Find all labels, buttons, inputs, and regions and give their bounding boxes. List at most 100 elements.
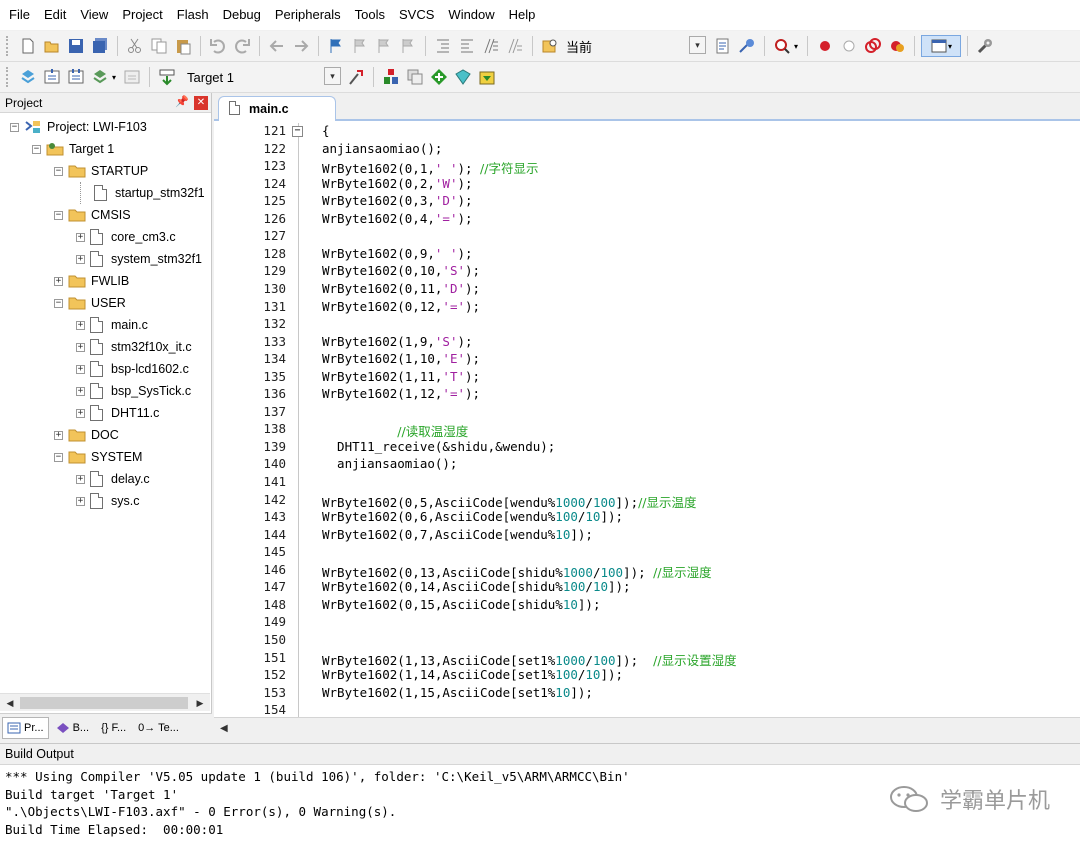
expand-icon[interactable]: + xyxy=(76,386,85,396)
target-select[interactable]: Target 1 ▾ xyxy=(183,67,342,87)
expand-icon[interactable]: + xyxy=(54,276,63,286)
window-layout-icon[interactable]: ▾ xyxy=(921,35,962,57)
scroll-left-icon[interactable]: ◀ xyxy=(2,696,18,710)
tree-item[interactable]: + FWLIB xyxy=(54,270,129,292)
target-options-icon[interactable] xyxy=(345,66,367,88)
pin-icon[interactable]: 📌 xyxy=(175,95,189,108)
comment-icon[interactable] xyxy=(480,35,502,57)
code-line[interactable]: 136 WrByte1602(1,12,'='); xyxy=(214,386,1080,404)
code-line[interactable]: 132 xyxy=(214,316,1080,334)
tree-item[interactable]: + core_cm3.c xyxy=(76,226,176,248)
download-icon[interactable] xyxy=(156,66,178,88)
bookmark-next-icon[interactable] xyxy=(373,35,395,57)
batch-build-icon[interactable] xyxy=(89,66,111,88)
collapse-icon[interactable]: − xyxy=(10,122,19,132)
scroll-thumb[interactable] xyxy=(20,697,188,709)
code-line[interactable]: 141 xyxy=(214,474,1080,492)
editor-hscrollbar[interactable]: ◀ xyxy=(214,717,1080,741)
collapse-icon[interactable]: − xyxy=(54,298,63,308)
tab-templates[interactable]: 0→ Te... xyxy=(133,717,184,739)
tab-main-c[interactable]: main.c xyxy=(218,96,336,121)
expand-icon[interactable]: + xyxy=(54,430,63,440)
expand-icon[interactable]: + xyxy=(76,408,85,418)
expand-icon[interactable]: + xyxy=(76,254,85,264)
close-icon[interactable]: ✕ xyxy=(194,96,208,110)
code-line[interactable]: 150 xyxy=(214,632,1080,650)
code-line[interactable]: 135 WrByte1602(1,11,'T'); xyxy=(214,369,1080,387)
cut-icon[interactable] xyxy=(124,35,146,57)
expand-icon[interactable]: + xyxy=(76,364,85,374)
menu-item-help[interactable]: Help xyxy=(502,0,543,30)
menu-item-peripherals[interactable]: Peripherals xyxy=(268,0,348,30)
menu-item-file[interactable]: File xyxy=(2,0,37,30)
menu-item-tools[interactable]: Tools xyxy=(348,0,392,30)
find-in-files-icon[interactable] xyxy=(539,35,561,57)
paste-icon[interactable] xyxy=(172,35,194,57)
debug-session-icon[interactable] xyxy=(736,35,758,57)
project-hscrollbar[interactable]: ◀ ▶ xyxy=(0,693,210,711)
code-line[interactable]: 127 xyxy=(214,228,1080,246)
code-line[interactable]: 123 WrByte1602(0,1,' '); //字符显示 xyxy=(214,158,1080,176)
expand-icon[interactable]: + xyxy=(76,496,85,506)
scroll-left-icon[interactable]: ◀ xyxy=(220,723,228,734)
code-line[interactable]: 122 anjiansaomiao(); xyxy=(214,141,1080,159)
code-line[interactable]: 149 xyxy=(214,614,1080,632)
tree-item[interactable]: + bsp_SysTick.c xyxy=(76,380,191,402)
code-line[interactable]: 151 WrByte1602(1,13,AsciiCode[set1%1000/1… xyxy=(214,650,1080,668)
open-file-icon[interactable] xyxy=(41,35,63,57)
save-icon[interactable] xyxy=(65,35,87,57)
code-line[interactable]: 148 WrByte1602(0,15,AsciiCode[shidu%10]); xyxy=(214,597,1080,615)
tree-item[interactable]: + delay.c xyxy=(76,468,150,490)
menu-item-flash[interactable]: Flash xyxy=(170,0,216,30)
code-line[interactable]: 126 WrByte1602(0,4,'='); xyxy=(214,211,1080,229)
uncomment-icon[interactable] xyxy=(504,35,526,57)
nav-back-icon[interactable] xyxy=(266,35,288,57)
bookmark-toggle-icon[interactable] xyxy=(325,35,347,57)
manage-rte-icon[interactable] xyxy=(428,66,450,88)
indent-icon[interactable] xyxy=(432,35,454,57)
nav-forward-icon[interactable] xyxy=(290,35,312,57)
code-line[interactable]: 153 WrByte1602(1,15,AsciiCode[set1%10]); xyxy=(214,685,1080,703)
chevron-down-icon[interactable]: ▾ xyxy=(689,36,706,54)
collapse-icon[interactable]: − xyxy=(54,210,63,220)
scroll-right-icon[interactable]: ▶ xyxy=(192,696,208,710)
code-line[interactable]: 152 WrByte1602(1,14,AsciiCode[set1%100/10… xyxy=(214,667,1080,685)
expand-icon[interactable]: + xyxy=(76,320,85,330)
bookmark-clear-icon[interactable] xyxy=(397,35,419,57)
toolbar-grip[interactable] xyxy=(6,36,10,56)
translate-icon[interactable] xyxy=(17,66,39,88)
component-icon[interactable] xyxy=(476,66,498,88)
collapse-icon[interactable]: − xyxy=(54,166,63,176)
collapse-icon[interactable]: − xyxy=(54,452,63,462)
tree-item[interactable]: − USER xyxy=(54,292,126,314)
code-line[interactable]: 137 xyxy=(214,404,1080,422)
tree-item[interactable]: − Target 1 xyxy=(32,138,114,160)
chevron-down-icon[interactable]: ▾ xyxy=(324,67,342,85)
menu-item-svcs[interactable]: SVCS xyxy=(392,0,441,30)
code-line[interactable]: 125 WrByte1602(0,3,'D'); xyxy=(214,193,1080,211)
rebuild-icon[interactable] xyxy=(65,66,87,88)
tree-item[interactable]: − STARTUP xyxy=(54,160,148,182)
code-line[interactable]: 154 xyxy=(214,702,1080,717)
code-editor[interactable]: 121 {−122 anjiansaomiao(); 123 WrByte1602(0,… xyxy=(214,123,1080,717)
expand-icon[interactable]: + xyxy=(76,232,85,242)
menu-item-edit[interactable]: Edit xyxy=(37,0,73,30)
zoom-icon[interactable] xyxy=(771,35,793,57)
fold-toggle-icon[interactable]: − xyxy=(292,126,303,137)
code-line[interactable]: 129 WrByte1602(0,10,'S'); xyxy=(214,263,1080,281)
menu-item-view[interactable]: View xyxy=(73,0,115,30)
menu-item-project[interactable]: Project xyxy=(115,0,169,30)
tab-books[interactable]: B... xyxy=(51,717,95,739)
pack-installer-icon[interactable] xyxy=(452,66,474,88)
redo-icon[interactable] xyxy=(231,35,253,57)
incremental-find-icon[interactable] xyxy=(712,35,734,57)
bookmark-prev-icon[interactable] xyxy=(349,35,371,57)
code-line[interactable]: 144 WrByte1602(0,7,AsciiCode[wendu%10]); xyxy=(214,527,1080,545)
build-icon[interactable] xyxy=(41,66,63,88)
tree-item[interactable]: − Project: LWI-F103 xyxy=(10,116,147,138)
unindent-icon[interactable] xyxy=(456,35,478,57)
code-line[interactable]: 124 WrByte1602(0,2,'W'); xyxy=(214,176,1080,194)
new-file-icon[interactable] xyxy=(17,35,39,57)
breakpoint-kill-all-icon[interactable] xyxy=(886,35,908,57)
tree-item[interactable]: − SYSTEM xyxy=(54,446,142,468)
